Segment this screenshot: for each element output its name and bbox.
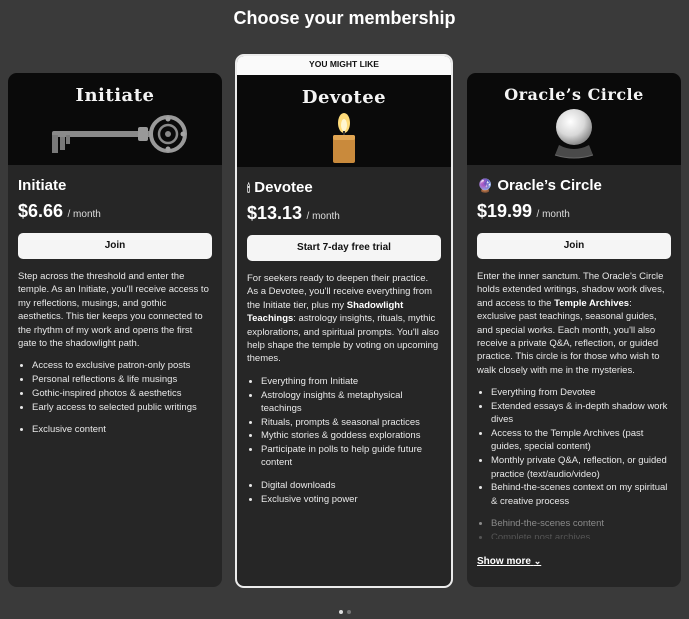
tier-card-devotee: YOU MIGHT LIKE Devotee 🕯 Devotee $13.13 …	[235, 54, 453, 588]
tier-card-initiate: Initiate Initiate $6.66 / month Join Ste…	[8, 73, 222, 587]
price-period: / month	[67, 209, 101, 220]
extras-list: Behind-the-scenes content Complete post …	[477, 517, 671, 539]
hero-title: Devotee	[301, 87, 387, 108]
tier-description: For seekers ready to deepen their practi…	[247, 273, 439, 365]
tier-price: $6.66 / month	[18, 201, 212, 222]
benefit-item: Mythic stories & goddess explorations	[261, 429, 441, 442]
benefit-list: Everything from Initiate Astrology insig…	[247, 375, 441, 470]
extra-item: Exclusive voting power	[261, 493, 441, 506]
hero-title: Initiate	[75, 85, 155, 106]
recommended-badge: YOU MIGHT LIKE	[237, 56, 451, 75]
price-amount: $19.99	[477, 201, 533, 221]
benefit-item: Everything from Initiate	[261, 375, 441, 388]
extra-item: Behind-the-scenes content	[491, 517, 671, 530]
tier-price: $19.99 / month	[477, 201, 671, 222]
join-button-initiate[interactable]: Join	[18, 233, 212, 259]
benefit-list: Access to exclusive patron-only posts Pe…	[18, 359, 212, 414]
price-period: / month	[306, 211, 340, 222]
benefit-item: Early access to selected public writings	[32, 401, 212, 414]
price-amount: $13.13	[247, 203, 303, 223]
start-trial-button[interactable]: Start 7-day free trial	[247, 235, 441, 261]
carousel-pagination	[0, 601, 689, 619]
benefit-item: Rituals, prompts & seasonal practices	[261, 416, 441, 429]
crystal-ball-icon	[554, 109, 594, 159]
candle-icon	[333, 113, 355, 163]
extras-list: Exclusive content	[18, 423, 212, 436]
benefit-item: Access to exclusive patron-only posts	[32, 359, 212, 372]
tier-card-oracles-circle: Oracle’s Circle 🔮 Oracle’s Circle $19.99…	[467, 73, 681, 587]
benefit-item: Astrology insights & metaphysical teachi…	[261, 389, 441, 416]
tier-hero-oracle: Oracle’s Circle	[467, 73, 681, 165]
skeleton-key-icon	[52, 115, 187, 153]
tier-name: 🔮 Oracle’s Circle	[477, 177, 602, 194]
crystal-ball-emoji-icon: 🔮	[477, 178, 494, 193]
tier-hero-initiate: Initiate	[8, 73, 222, 165]
benefit-list: Everything from Devotee Extended essays …	[477, 386, 671, 508]
page-title: Choose your membership	[233, 8, 456, 28]
tier-name: Initiate	[18, 177, 67, 194]
benefit-item: Gothic-inspired photos & aesthetics	[32, 387, 212, 400]
show-more-button[interactable]: Show more ⌄	[477, 556, 541, 567]
benefit-item: Access to the Temple Archives (past guid…	[491, 427, 671, 454]
extra-item: Digital downloads	[261, 479, 441, 492]
benefit-item: Behind-the-scenes context on my spiritua…	[491, 481, 671, 508]
hero-title: Oracle’s Circle	[504, 85, 644, 104]
benefit-item: Personal reflections & life musings	[32, 373, 212, 386]
join-button-oracle[interactable]: Join	[477, 233, 671, 259]
extra-item: Exclusive content	[32, 423, 212, 436]
benefit-item: Extended essays & in-depth shadow work d…	[491, 400, 671, 427]
tier-description: Enter the inner sanctum. The Oracle's Ci…	[477, 271, 665, 376]
extras-list: Digital downloads Exclusive voting power	[247, 479, 441, 506]
candle-emoji-icon: 🕯	[247, 183, 251, 195]
tier-price: $13.13 / month	[247, 203, 441, 224]
benefit-item: Participate in polls to help guide futur…	[261, 443, 441, 470]
benefit-item: Everything from Devotee	[491, 386, 671, 399]
price-period: / month	[536, 209, 570, 220]
benefit-item: Monthly private Q&A, reflection, or guid…	[491, 454, 671, 481]
pagination-dot-2[interactable]	[346, 610, 351, 614]
tier-description: Step across the threshold and enter the …	[18, 271, 209, 350]
chevron-down-icon: ⌄	[533, 556, 542, 566]
price-amount: $6.66	[18, 201, 64, 221]
tier-name: 🕯 Devotee	[247, 179, 313, 196]
show-more-label: Show more	[477, 556, 531, 567]
tier-hero-devotee: Devotee	[237, 75, 451, 167]
extra-item: Complete post archives	[491, 531, 671, 539]
pagination-dot-1[interactable]	[338, 610, 343, 614]
